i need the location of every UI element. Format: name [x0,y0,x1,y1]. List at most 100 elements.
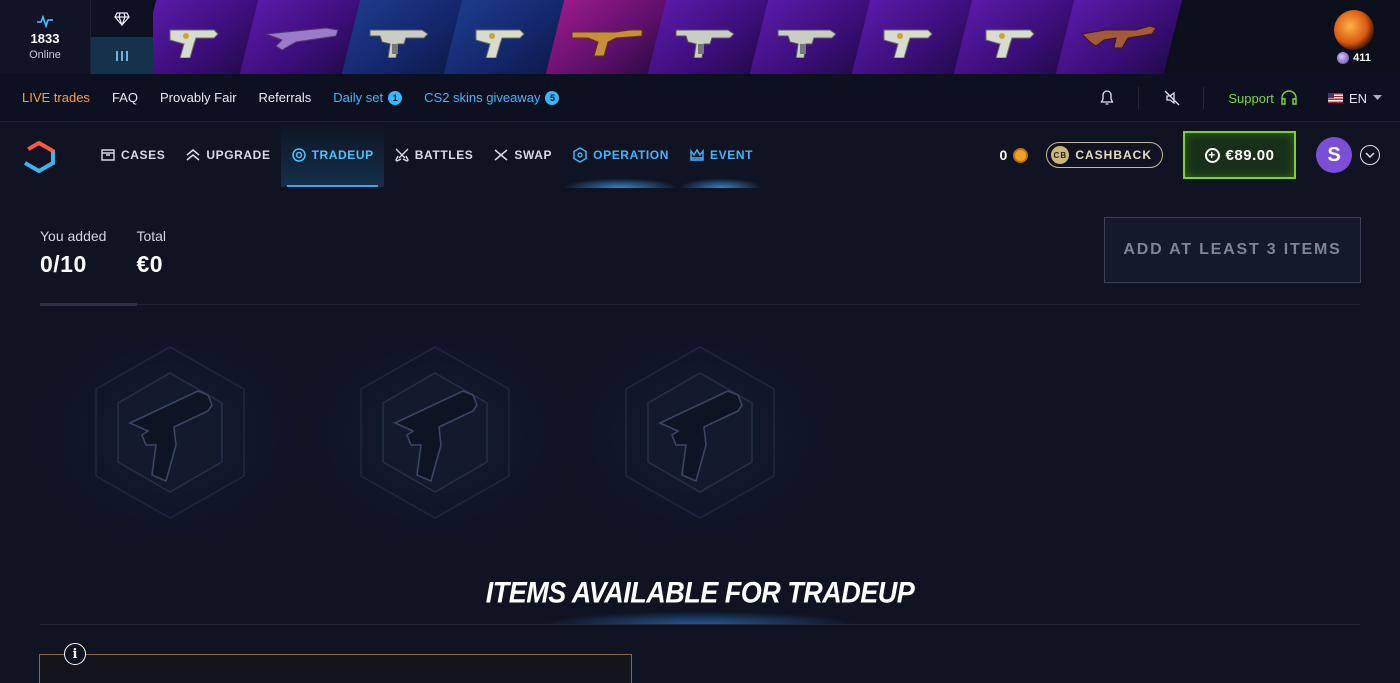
online-label: Online [29,48,61,61]
pistol-placeholder-icon [95,346,245,519]
nav-cases[interactable]: CASES [90,123,175,187]
live-trades-link[interactable]: LIVE trades [22,90,90,105]
pistol-skin-image [475,29,525,58]
nav-battles[interactable]: BATTLES [384,123,484,187]
live-drops-strip: 1833 Online 411 [0,0,1400,74]
giveaway-badge: 5 [545,90,560,105]
you-added-value: 0/10 [40,251,87,277]
you-added-stat: You added 0/10 [40,228,106,278]
info-notice [39,654,632,683]
language-label: EN [1348,90,1367,106]
nav-cases-label: CASES [121,148,166,162]
section-divider [40,624,1360,625]
nav-tradeup-label: TRADEUP [311,148,374,162]
total-stat: Total €0 [136,228,166,278]
cashback-button[interactable]: CB CASHBACK [1046,142,1163,168]
deposit-balance-button[interactable]: + €89.00 [1183,131,1296,179]
app-root: 1833 Online 411 LIVE trades FAQ Provably… [0,0,1400,683]
divider [1138,87,1140,109]
drop-filter [91,0,153,74]
site-logo[interactable] [22,141,56,173]
language-select[interactable]: EN [1327,90,1382,106]
empty-item-slot[interactable] [570,330,830,540]
cashback-label: CASHBACK [1075,148,1152,162]
nav-swap-label: SWAP [514,148,553,162]
coin-icon [1013,147,1029,163]
target-icon [291,148,306,162]
info-icon: i [64,643,86,665]
provably-fair-link[interactable]: Provably Fair [160,90,237,105]
daily-set-label: Daily set [333,90,384,105]
pistol-placeholder-icon [360,346,510,519]
balance-amount: €89.00 [1225,146,1275,164]
coin-balance[interactable]: 0 [1000,147,1029,163]
divider [1203,87,1205,109]
daily-set-badge: 1 [388,90,403,105]
rifle-skin-image [1080,25,1157,49]
main-nav: CASES UPGRADE TRADEUP BATTLES SWAP OPERA… [0,123,1400,188]
nav-tradeup[interactable]: TRADEUP [280,123,384,187]
smg-skin-image [675,29,735,58]
diamond-icon [114,11,130,26]
activity-icon [37,14,53,28]
headset-icon [1281,90,1297,105]
nav-upgrade[interactable]: UPGRADE [175,123,280,187]
giveaway-label: CS2 skins giveaway [424,90,541,105]
nav-event[interactable]: EVENT [679,123,764,188]
pistol-placeholder-icon [625,346,775,519]
title-glow [540,611,860,625]
case-image [1334,10,1374,50]
nav-operation[interactable]: OPERATION [562,123,680,188]
swap-icon [494,149,508,161]
daily-set-link[interactable]: Daily set 1 [333,90,403,105]
support-link[interactable]: Support [1228,90,1298,106]
crossed-swords-icon [394,148,409,162]
smg-skin-image [369,29,429,58]
bell-icon[interactable] [1098,89,1116,107]
empty-item-slot[interactable] [40,330,300,540]
chevron-down-icon [1365,151,1375,158]
all-drops-toggle[interactable] [91,37,153,74]
stats-divider [40,304,1360,305]
chevrons-up-icon [186,148,200,161]
nav-swap[interactable]: SWAP [483,123,562,187]
caret-down-icon [1373,95,1382,100]
giveaway-link[interactable]: CS2 skins giveaway 5 [424,90,560,105]
hexagon-icon [573,147,587,163]
support-label: Support [1228,90,1274,106]
total-label: Total [136,228,167,244]
pistol-skin-image [985,29,1035,58]
smg-skin-image [777,29,837,58]
bars-icon [116,50,128,61]
nav-operation-label: OPERATION [593,148,670,162]
section-title: ITEMS AVAILABLE FOR TRADEUP [485,576,915,610]
add-items-button[interactable]: ADD AT LEAST 3 ITEMS [1104,217,1361,283]
nav-event-label: EVENT [710,148,754,162]
you-added-label: You added [40,228,107,244]
box-icon [101,149,115,161]
profile-menu-toggle[interactable] [1360,145,1380,165]
top-drops-toggle[interactable] [91,0,153,37]
crown-icon [690,148,704,161]
cashback-icon: CB [1051,146,1070,164]
sound-muted-icon[interactable] [1163,89,1181,107]
tradeup-slots [40,330,1140,540]
total-value: €0 [136,251,164,277]
pistol-skin-image [169,29,219,58]
divider-indicator [40,303,137,306]
referrals-link[interactable]: Referrals [259,90,312,105]
case-drop-count: 411 [1353,52,1371,64]
live-drop-item[interactable] [1055,0,1185,74]
faq-link[interactable]: FAQ [112,90,138,105]
nav-glow [679,178,764,188]
live-drop-items [153,0,1308,74]
coin-count: 0 [999,147,1008,163]
online-counter: 1833 Online [0,0,91,74]
tradeup-stats: You added 0/10 Total €0 [40,228,166,278]
us-flag-icon [1327,93,1343,103]
pistol-skin-image [883,29,933,58]
case-drop-item[interactable]: 411 [1308,0,1400,74]
empty-item-slot[interactable] [305,330,565,540]
case-drop-gem-icon [1337,52,1350,64]
avatar[interactable]: S [1316,137,1352,173]
